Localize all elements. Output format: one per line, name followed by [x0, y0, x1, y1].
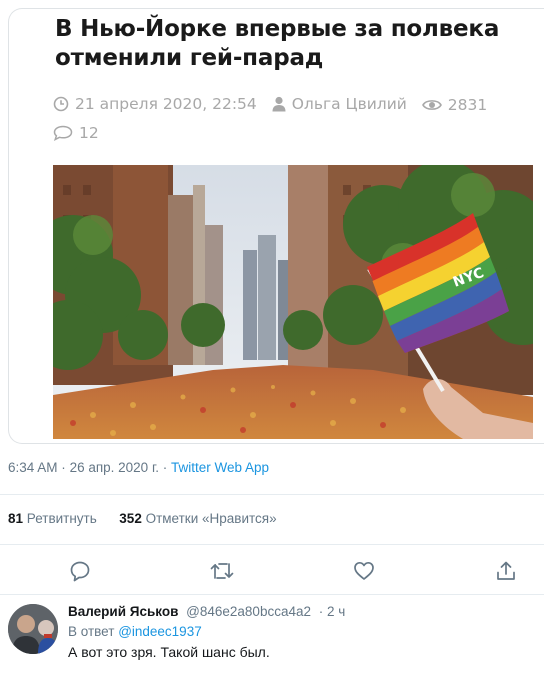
article-title-line-1: В Нью-Йорке впервые за полвека	[55, 16, 500, 42]
tweet-separator: ·	[61, 460, 66, 475]
article-author[interactable]: Ольга Цвилий	[272, 91, 407, 117]
like-button[interactable]	[351, 558, 377, 584]
article-comments-count: 12	[79, 124, 99, 142]
tweet-time[interactable]: 6:34 AM	[8, 460, 58, 475]
divider	[0, 594, 544, 595]
likes-stat[interactable]: 352 Отметки «Нравится»	[119, 511, 276, 526]
article-meta: 21 апреля 2020, 22:54 Ольга Цвилий 2831 …	[53, 91, 533, 149]
reply-icon	[70, 561, 90, 582]
reply-to-label: В ответ	[68, 624, 115, 639]
article-author-name: Ольга Цвилий	[291, 95, 407, 113]
tweet-actions	[0, 558, 544, 584]
user-icon	[272, 96, 286, 112]
comment-icon	[53, 125, 73, 141]
avatar-image	[8, 604, 58, 654]
reply-author-handle[interactable]: @846e2a80bcca4a2	[186, 604, 311, 619]
share-button[interactable]	[493, 558, 519, 584]
article-comments[interactable]: 12	[53, 120, 99, 146]
retweets-count: 81	[8, 511, 24, 526]
avatar[interactable]	[8, 604, 58, 654]
tweet-date[interactable]: 26 апр. 2020 г.	[70, 460, 159, 475]
likes-count: 352	[119, 511, 142, 526]
reply-to-line: В ответ @indeec1937	[68, 624, 538, 639]
reply-time[interactable]: · 2 ч	[319, 604, 346, 619]
tweet-separator-2: ·	[162, 460, 168, 475]
like-icon	[354, 561, 374, 580]
tweet-stats: 81 Ретвитнуть 352 Отметки «Нравится»	[8, 511, 277, 526]
reply-button[interactable]	[67, 558, 93, 584]
article-photo[interactable]: NYC	[53, 165, 533, 439]
divider	[0, 494, 544, 495]
article-views: 2831	[421, 92, 488, 118]
parade-photo-image: NYC	[53, 165, 533, 439]
eye-icon	[421, 100, 442, 110]
share-icon	[497, 561, 515, 580]
reply-text: А вот это зря. Такой шанс был.	[68, 644, 270, 660]
clock-icon	[53, 96, 69, 112]
article-card[interactable]: В Нью-Йорке впервые за полвека отменили …	[8, 8, 544, 444]
article-views-count: 2831	[447, 96, 488, 114]
likes-label: Отметки «Нравится»	[145, 511, 277, 526]
retweets-stat[interactable]: 81 Ретвитнуть	[8, 511, 97, 526]
retweet-icon	[210, 563, 234, 579]
article-title-line-2: отменили гей-парад	[55, 45, 324, 71]
article-date: 21 апреля 2020, 22:54	[53, 91, 257, 117]
divider	[0, 544, 544, 545]
reply-to-handle[interactable]: @indeec1937	[118, 624, 202, 639]
article-date-text: 21 апреля 2020, 22:54	[75, 95, 257, 113]
retweet-button[interactable]	[209, 558, 235, 584]
reply-body: Валерий Яськов @846e2a80bcca4a2 · 2 ч В …	[68, 604, 538, 660]
tweet-timestamp: 6:34 AM · 26 апр. 2020 г. · Twitter Web …	[8, 460, 269, 475]
article-title[interactable]: В Нью-Йорке впервые за полвека отменили …	[55, 15, 535, 73]
reply-author-name[interactable]: Валерий Яськов	[68, 604, 178, 619]
reply-header: Валерий Яськов @846e2a80bcca4a2 · 2 ч	[68, 604, 538, 619]
retweets-label: Ретвитнуть	[26, 511, 97, 526]
tweet-source-link[interactable]: Twitter Web App	[171, 460, 269, 475]
